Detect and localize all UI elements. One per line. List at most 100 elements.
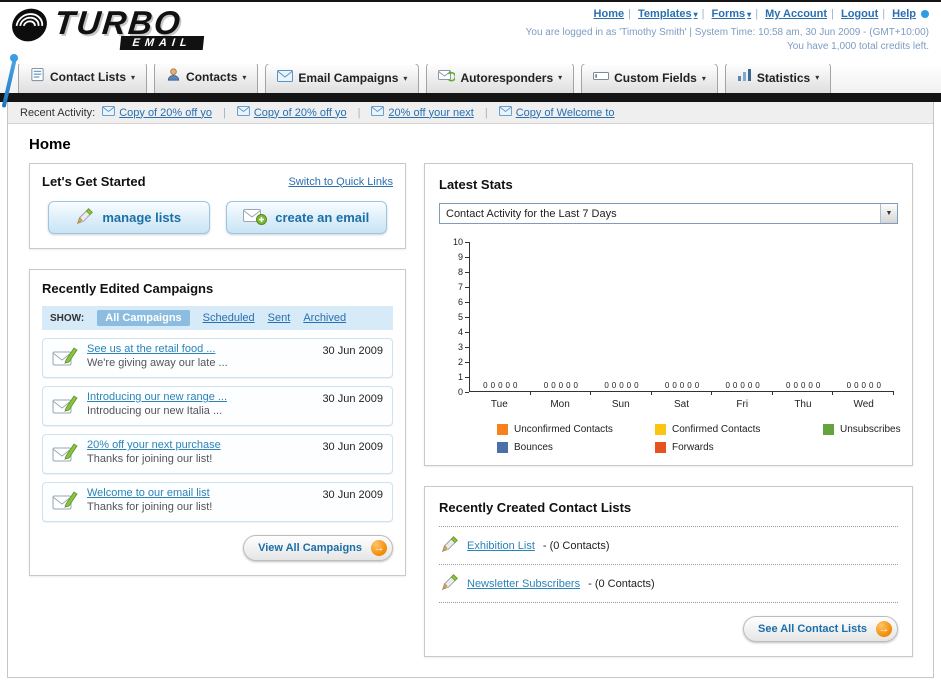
autoresponders-icon bbox=[438, 68, 457, 87]
chart-value-label: 0 bbox=[694, 381, 700, 390]
header-link-templates[interactable]: Templates ▾ bbox=[638, 8, 698, 20]
chart-value-label: 0 bbox=[861, 381, 866, 390]
legend-swatch-forwards bbox=[655, 442, 666, 453]
campaign-title-link[interactable]: Introducing our new range ... bbox=[87, 391, 313, 403]
stats-period-select[interactable]: Contact Activity for the Last 7 Days ▼ bbox=[439, 203, 898, 224]
logo-text-bottom: EMAIL bbox=[119, 36, 205, 50]
create-email-button[interactable]: create an email bbox=[225, 201, 387, 234]
get-started-title: Let's Get Started bbox=[42, 174, 146, 189]
stats-period-value: Contact Activity for the Last 7 Days bbox=[446, 207, 617, 220]
envelope-icon bbox=[236, 106, 250, 119]
chart-value-label: 0 bbox=[483, 381, 488, 390]
header-link-help[interactable]: Help bbox=[892, 8, 916, 20]
arrow-right-icon: → bbox=[371, 540, 387, 556]
campaign-title-link[interactable]: Welcome to our email list bbox=[87, 487, 313, 499]
recent-activity-link[interactable]: Copy of 20% off yo bbox=[254, 107, 347, 119]
separator: | bbox=[701, 8, 705, 20]
campaign-title-link[interactable]: 20% off your next purchase bbox=[87, 439, 313, 451]
chart-day-group: 00000 bbox=[833, 242, 894, 395]
recent-activity-link[interactable]: Copy of Welcome to bbox=[516, 107, 615, 119]
chart-value-label: 0 bbox=[619, 381, 624, 390]
chart-value-label: 0 bbox=[786, 381, 791, 390]
pencil-icon bbox=[76, 207, 94, 228]
page-header: TURBO EMAIL Home | Templates ▾ | Forms ▾ | My… bbox=[0, 2, 941, 108]
chart-value-label: 0 bbox=[876, 381, 881, 390]
filter-scheduled[interactable]: Scheduled bbox=[203, 312, 255, 324]
recent-activity-link[interactable]: Copy of 20% off yo bbox=[119, 107, 212, 119]
login-info: You are logged in as 'Timothy Smith' | S… bbox=[525, 27, 929, 38]
credits-info: You have 1,000 total credits left. bbox=[787, 41, 929, 52]
contact-list-link[interactable]: Exhibition List bbox=[467, 540, 535, 552]
content-frame: Recent Activity: Copy of 20% off yo | Co… bbox=[7, 102, 934, 678]
separator: | bbox=[628, 8, 631, 20]
tab-autoresponders[interactable]: Autoresponders ▾ bbox=[426, 62, 575, 93]
campaign-title-link[interactable]: See us at the retail food ... bbox=[87, 343, 313, 355]
manage-lists-button[interactable]: manage lists bbox=[48, 201, 210, 234]
recent-activity-item: Copy of 20% off yo bbox=[102, 106, 212, 119]
legend-item: Forwards bbox=[655, 442, 823, 453]
chart-plot-area: 00000000000000000000000000000000000 bbox=[469, 242, 894, 395]
legend-item: Bounces bbox=[497, 442, 655, 453]
recent-activity-item: Copy of 20% off yo bbox=[236, 106, 347, 119]
chart-value-label: 0 bbox=[558, 381, 564, 390]
chart-value-label: 0 bbox=[505, 381, 510, 390]
recently-edited-campaigns-panel: Recently Edited Campaigns SHOW: All Camp… bbox=[29, 269, 406, 576]
app-logo[interactable]: TURBO EMAIL bbox=[8, 4, 208, 50]
tab-email-campaigns[interactable]: Email Campaigns ▾ bbox=[265, 63, 420, 93]
chart-value-label: 0 bbox=[566, 381, 571, 390]
tab-custom-fields[interactable]: Custom Fields ▾ bbox=[581, 63, 718, 93]
latest-stats-panel: Latest Stats Contact Activity for the La… bbox=[424, 163, 913, 466]
chart-day-label: Wed bbox=[853, 399, 874, 410]
contact-list-count: - (0 Contacts) bbox=[542, 539, 610, 552]
show-label: SHOW: bbox=[50, 312, 85, 324]
header-link-my-account[interactable]: My Account bbox=[765, 8, 827, 20]
switch-quick-links-link[interactable]: Switch to Quick Links bbox=[288, 176, 393, 188]
chart-value-label: 0 bbox=[808, 381, 813, 390]
campaign-row: See us at the retail food ... We're givi… bbox=[42, 338, 393, 378]
campaign-subtitle: We're giving away our late ... bbox=[87, 357, 228, 369]
filter-all-campaigns[interactable]: All Campaigns bbox=[97, 310, 190, 326]
tab-contacts[interactable]: Contacts ▾ bbox=[154, 61, 259, 93]
custom-fields-icon bbox=[593, 69, 610, 87]
chart-value-label: 0 bbox=[604, 381, 609, 390]
tab-contact-lists[interactable]: Contact Lists ▾ bbox=[18, 61, 148, 93]
filter-sent[interactable]: Sent bbox=[268, 312, 291, 324]
header-link-forms[interactable]: Forms ▾ bbox=[712, 8, 752, 20]
recent-activity-link[interactable]: 20% off your next bbox=[388, 107, 473, 119]
separator: | bbox=[882, 8, 886, 20]
chart-day-label: Sat bbox=[674, 399, 690, 410]
chart-day-label: Sun bbox=[611, 399, 630, 410]
header-right: Home | Templates ▾ | Forms ▾ | My Account | Lo… bbox=[526, 8, 929, 52]
campaign-row: Welcome to our email list Thanks for joi… bbox=[42, 482, 393, 522]
chart-value-label: 0 bbox=[815, 381, 821, 390]
legend-item: Unsubscribes bbox=[823, 424, 901, 435]
tab-statistics[interactable]: Statistics ▾ bbox=[724, 62, 832, 93]
separator: | bbox=[222, 106, 226, 119]
contact-lists-panel-title: Recently Created Contact Lists bbox=[439, 500, 632, 515]
view-all-campaigns-button[interactable]: View All Campaigns → bbox=[243, 535, 393, 561]
envelope-pencil-icon bbox=[52, 490, 78, 517]
chart-value-label: 0 bbox=[800, 381, 806, 390]
chart-value-label: 0 bbox=[868, 381, 874, 390]
chevron-down-icon: ▼ bbox=[880, 204, 897, 223]
chart-value-label: 0 bbox=[747, 381, 753, 390]
chart-legend: Unconfirmed Contacts Confirmed Contacts … bbox=[497, 424, 901, 453]
arrow-right-icon: → bbox=[876, 621, 892, 637]
logo-text-top: TURBO bbox=[52, 4, 184, 41]
contacts-icon bbox=[166, 67, 181, 87]
filter-archived[interactable]: Archived bbox=[303, 312, 346, 324]
header-link-home[interactable]: Home bbox=[594, 8, 625, 20]
header-link-logout[interactable]: Logout bbox=[841, 8, 878, 20]
chevron-down-icon: ▾ bbox=[403, 73, 408, 83]
chart-value-label: 0 bbox=[740, 381, 745, 390]
see-all-contact-lists-button[interactable]: See All Contact Lists → bbox=[742, 616, 898, 642]
contact-list-link[interactable]: Newsletter Subscribers bbox=[467, 578, 580, 590]
chevron-down-icon: ▾ bbox=[131, 72, 136, 82]
chart-value-label: 0 bbox=[755, 381, 760, 390]
chart-value-label: 0 bbox=[634, 381, 639, 390]
chart-day-group: 00000 bbox=[712, 242, 773, 395]
contact-list-count: - (0 Contacts) bbox=[588, 577, 655, 590]
legend-swatch-bounces bbox=[497, 442, 508, 453]
pencil-icon bbox=[441, 573, 459, 594]
get-started-panel: Let's Get Started Switch to Quick Links … bbox=[29, 163, 406, 249]
